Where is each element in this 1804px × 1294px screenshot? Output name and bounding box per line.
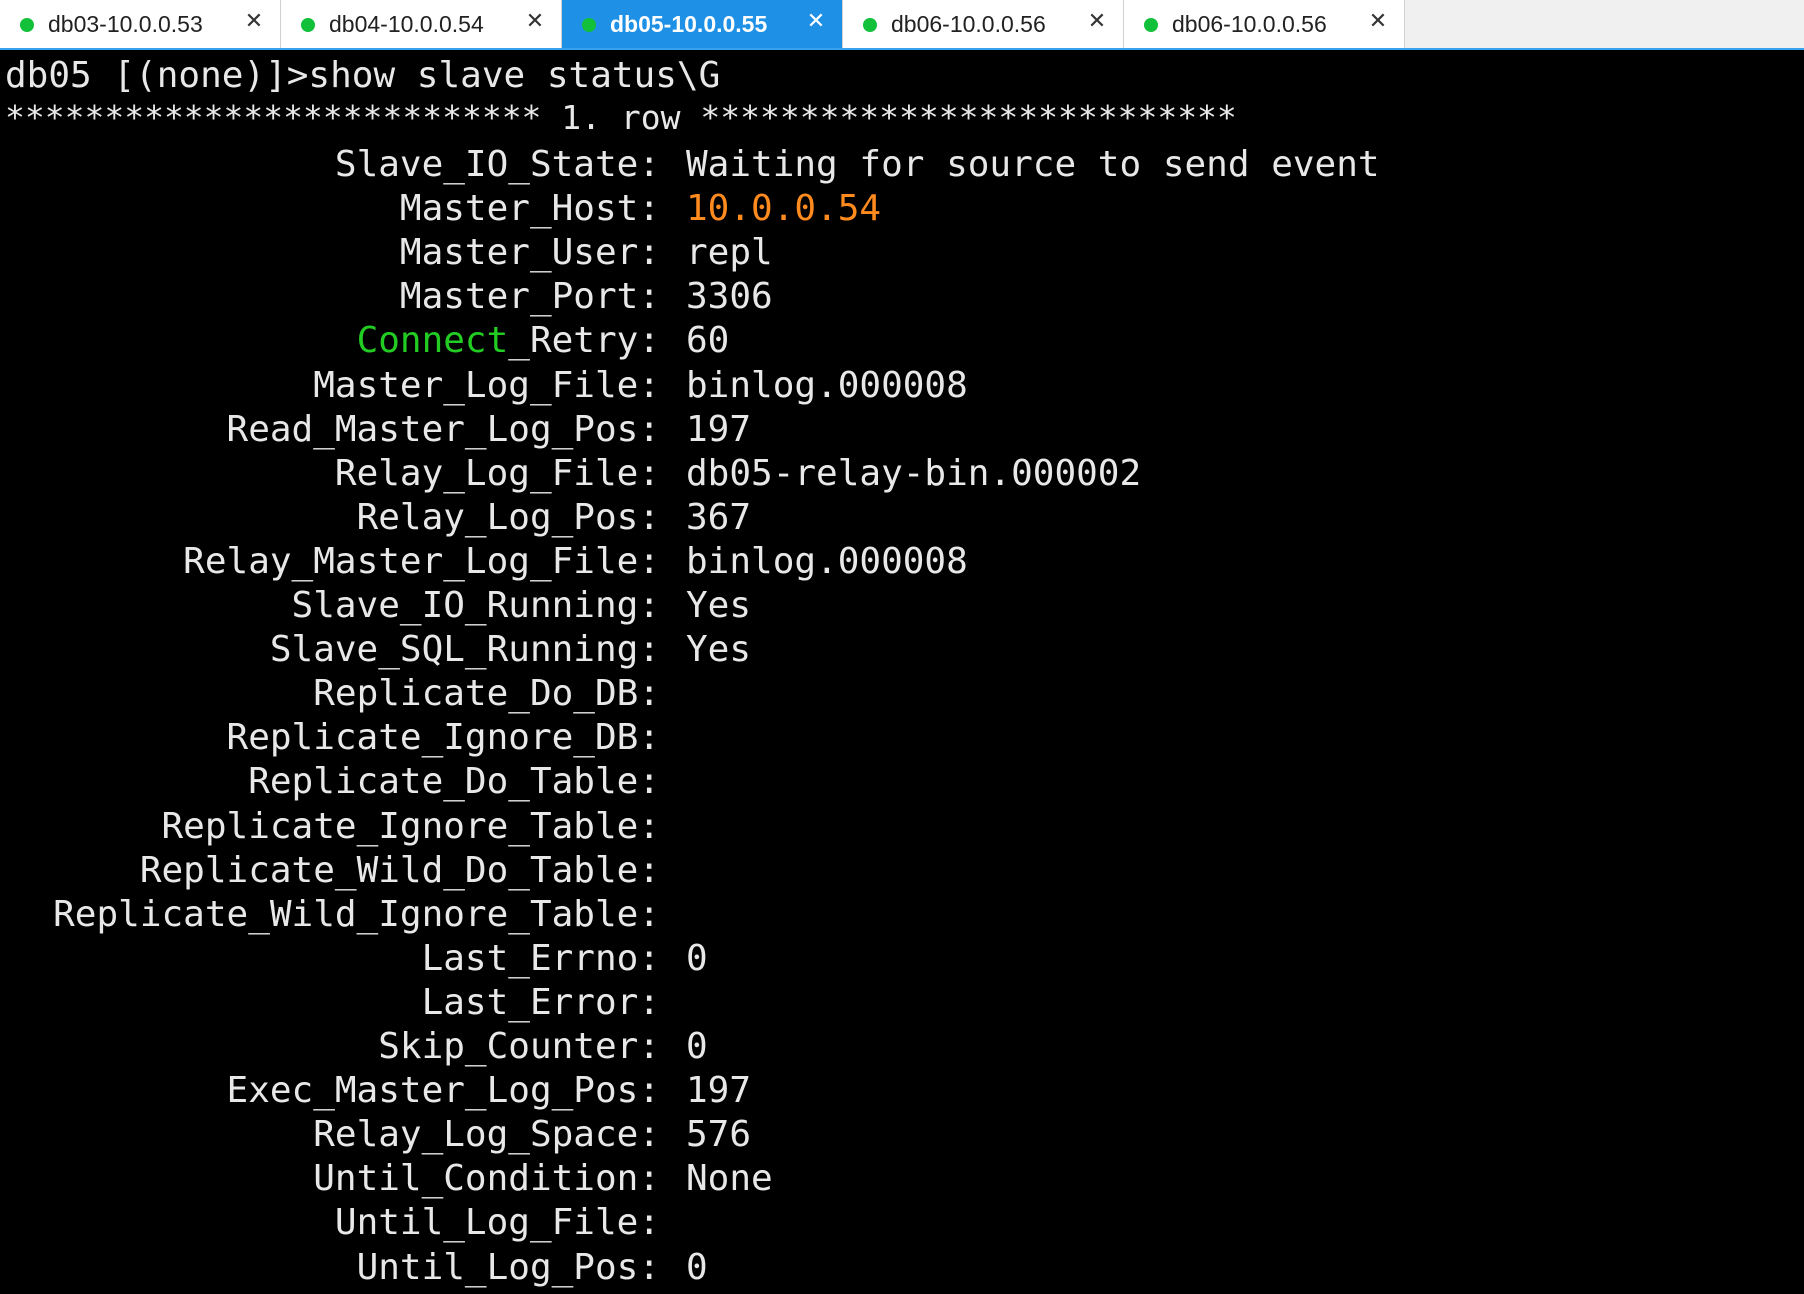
field-label: Relay_Log_Space: bbox=[313, 1114, 660, 1155]
field-value: Yes bbox=[686, 585, 752, 626]
field-label: Master_Log_File: bbox=[313, 365, 660, 406]
field-label: Replicate_Wild_Ignore_Table: bbox=[53, 894, 660, 935]
field-label: Skip_Counter: bbox=[378, 1026, 660, 1067]
status-dot-icon bbox=[582, 18, 596, 32]
field-value: 3306 bbox=[686, 276, 773, 317]
close-icon[interactable]: ✕ bbox=[804, 10, 828, 34]
status-dot-icon bbox=[301, 18, 315, 32]
field-value: 0 bbox=[686, 1026, 708, 1067]
tab-label: db04-10.0.0.54 bbox=[329, 11, 484, 37]
field-label-highlight: Connect bbox=[356, 320, 509, 361]
tab-db06-2[interactable]: db06-10.0.0.56 ✕ bbox=[1124, 0, 1405, 48]
close-icon[interactable]: ✕ bbox=[242, 10, 266, 34]
field-value: 0 bbox=[686, 1247, 708, 1288]
field-label: Last_Error: bbox=[421, 982, 660, 1023]
field-label: Exec_Master_Log_Pos: bbox=[226, 1070, 660, 1111]
field-label: Last_Errno: bbox=[421, 938, 660, 979]
field-label: Master_Host: bbox=[399, 188, 660, 229]
field-value: 576 bbox=[686, 1114, 752, 1155]
terminal-output[interactable]: db05 [(none)]>show slave status\G ******… bbox=[0, 50, 1804, 1294]
tab-db06[interactable]: db06-10.0.0.56 ✕ bbox=[843, 0, 1124, 48]
status-dot-icon bbox=[863, 18, 877, 32]
field-label: Connect_Retry: bbox=[5, 319, 660, 363]
field-value: binlog.000008 bbox=[686, 541, 968, 582]
field-value: Waiting for source to send event bbox=[686, 144, 1380, 185]
field-value: binlog.000008 bbox=[686, 365, 968, 406]
tab-label: db03-10.0.0.53 bbox=[48, 11, 203, 37]
close-icon[interactable]: ✕ bbox=[523, 10, 547, 34]
field-value: 0 bbox=[686, 938, 708, 979]
field-label: Master_Port: bbox=[399, 276, 660, 317]
field-value: Yes bbox=[686, 629, 752, 670]
status-dot-icon bbox=[1144, 18, 1158, 32]
field-label: Relay_Log_File: bbox=[334, 453, 660, 494]
field-label: Until_Log_Pos: bbox=[356, 1247, 660, 1288]
tab-db03[interactable]: db03-10.0.0.53 ✕ bbox=[0, 0, 281, 48]
tab-label: db05-10.0.0.55 bbox=[610, 11, 768, 37]
field-label: Replicate_Ignore_DB: bbox=[226, 717, 660, 758]
tab-db04[interactable]: db04-10.0.0.54 ✕ bbox=[281, 0, 562, 48]
field-label: Replicate_Wild_Do_Table: bbox=[139, 850, 660, 891]
field-label: Master_User: bbox=[399, 232, 660, 273]
field-value: 197 bbox=[686, 409, 752, 450]
field-label: Relay_Master_Log_File: bbox=[183, 541, 660, 582]
field-value: 10.0.0.54 bbox=[686, 188, 882, 229]
tab-label: db06-10.0.0.56 bbox=[1172, 11, 1327, 37]
field-label: Read_Master_Log_Pos: bbox=[226, 409, 660, 450]
field-value: 60 bbox=[686, 320, 730, 361]
terminal-window: db03-10.0.0.53 ✕ db04-10.0.0.54 ✕ db05-1… bbox=[0, 0, 1804, 1294]
field-label: Relay_Log_Pos: bbox=[356, 497, 660, 538]
tab-db05[interactable]: db05-10.0.0.55 ✕ bbox=[562, 0, 843, 48]
field-label: Replicate_Ignore_Table: bbox=[161, 806, 661, 847]
field-value: 367 bbox=[686, 497, 752, 538]
command-prompt: db05 [(none)]>show slave status\G bbox=[5, 55, 721, 96]
field-value: None bbox=[686, 1158, 773, 1199]
tab-bar: db03-10.0.0.53 ✕ db04-10.0.0.54 ✕ db05-1… bbox=[0, 0, 1804, 50]
close-icon[interactable]: ✕ bbox=[1085, 10, 1109, 34]
field-label: Slave_IO_Running: bbox=[291, 585, 660, 626]
field-label-text: _Retry: bbox=[508, 320, 660, 361]
field-value: db05-relay-bin.000002 bbox=[686, 453, 1142, 494]
status-dot-icon bbox=[20, 18, 34, 32]
tab-label: db06-10.0.0.56 bbox=[891, 11, 1046, 37]
field-label: Replicate_Do_DB: bbox=[313, 673, 660, 714]
field-label: Until_Log_File: bbox=[334, 1202, 660, 1243]
field-value: 197 bbox=[686, 1070, 752, 1111]
field-label: Replicate_Do_Table: bbox=[248, 761, 660, 802]
field-value: repl bbox=[686, 232, 773, 273]
row-header: *************************** 1. row *****… bbox=[5, 98, 1237, 137]
field-label: Until_Condition: bbox=[313, 1158, 660, 1199]
close-icon[interactable]: ✕ bbox=[1366, 10, 1390, 34]
field-label: Slave_SQL_Running: bbox=[269, 629, 660, 670]
field-label: Slave_IO_State: bbox=[334, 144, 660, 185]
